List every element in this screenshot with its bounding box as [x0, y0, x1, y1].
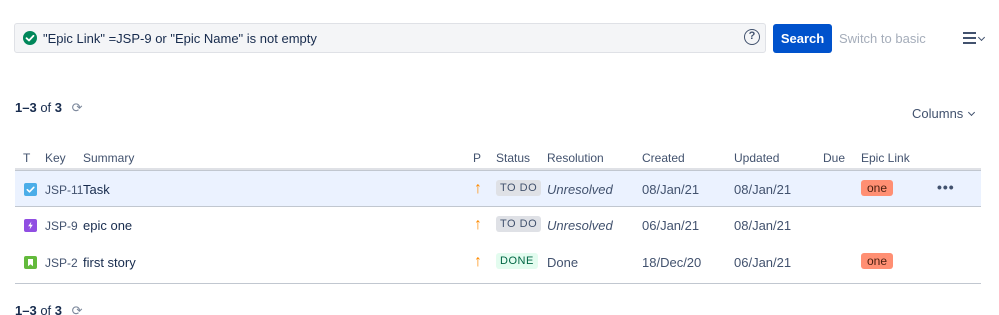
- created-date: 08/Jan/21: [642, 182, 700, 197]
- created-date: 06/Jan/21: [642, 218, 700, 233]
- results-range: 1–3: [15, 303, 37, 315]
- issues-table: T Key Summary P Status Resolution Create…: [15, 146, 981, 281]
- search-button[interactable]: Search: [773, 24, 832, 53]
- updated-date: 06/Jan/21: [734, 255, 792, 270]
- issue-key-link[interactable]: JSP-2: [45, 256, 78, 270]
- resolution-text: Done: [547, 255, 579, 270]
- table-row[interactable]: JSP-11 Task ↑ TO DO Unresolved 08/Jan/21…: [15, 170, 981, 207]
- header-updated[interactable]: Updated: [734, 151, 779, 165]
- help-icon[interactable]: ?: [744, 29, 760, 45]
- updated-date: 08/Jan/21: [734, 182, 792, 197]
- resolution-text: Unresolved: [547, 182, 613, 197]
- created-date: 18/Dec/20: [642, 255, 702, 270]
- view-options-menu-icon[interactable]: [963, 32, 986, 44]
- chevron-down-icon: [968, 108, 976, 117]
- status-badge: DONE: [496, 253, 538, 269]
- epic-icon: [24, 219, 37, 232]
- header-summary[interactable]: Summary: [83, 151, 134, 165]
- results-of: of: [40, 303, 52, 315]
- header-due[interactable]: Due: [823, 151, 845, 165]
- story-icon: [24, 256, 37, 269]
- issue-key-link[interactable]: JSP-11: [45, 183, 83, 197]
- status-badge: TO DO: [496, 180, 542, 196]
- header-priority[interactable]: P: [473, 151, 481, 165]
- refresh-icon[interactable]: ⟳: [72, 100, 83, 116]
- results-count-top: 1–3 of 3 ⟳: [15, 100, 83, 116]
- priority-high-icon: ↑: [474, 216, 482, 233]
- header-resolution[interactable]: Resolution: [547, 151, 604, 165]
- priority-high-icon: ↑: [474, 253, 482, 270]
- issue-summary-link[interactable]: Task: [83, 182, 110, 197]
- header-key[interactable]: Key: [45, 151, 66, 165]
- updated-date: 08/Jan/21: [734, 218, 792, 233]
- task-icon: [24, 183, 37, 196]
- header-created[interactable]: Created: [642, 151, 685, 165]
- table-row[interactable]: JSP-9 epic one ↑ TO DO Unresolved 06/Jan…: [15, 207, 981, 244]
- header-epic-link[interactable]: Epic Link: [861, 151, 910, 165]
- priority-high-icon: ↑: [474, 180, 482, 197]
- epic-link-badge[interactable]: one: [861, 180, 894, 196]
- status-badge: TO DO: [496, 216, 542, 232]
- issue-summary-link[interactable]: first story: [83, 255, 136, 270]
- table-row[interactable]: JSP-2 first story ↑ DONE Done 18/Dec/20 …: [15, 244, 981, 281]
- issue-key-link[interactable]: JSP-9: [45, 219, 78, 233]
- valid-query-check-icon: [23, 31, 37, 45]
- more-actions-icon[interactable]: •••: [937, 179, 955, 195]
- results-total: 3: [54, 303, 63, 315]
- table-bottom-divider: [15, 283, 981, 284]
- jql-query-text[interactable]: "Epic Link" =JSP-9 or "Epic Name" is not…: [43, 31, 317, 46]
- results-count-bottom: 1–3 of 3 ⟳: [15, 303, 83, 315]
- header-type[interactable]: T: [23, 151, 30, 165]
- issue-summary-link[interactable]: epic one: [83, 218, 132, 233]
- results-of: of: [40, 100, 52, 115]
- table-header: T Key Summary P Status Resolution Create…: [15, 146, 981, 170]
- header-status[interactable]: Status: [496, 151, 530, 165]
- switch-to-basic-link[interactable]: Switch to basic: [839, 31, 926, 46]
- jql-query-input[interactable]: "Epic Link" =JSP-9 or "Epic Name" is not…: [14, 23, 766, 53]
- resolution-text: Unresolved: [547, 218, 613, 233]
- epic-link-badge[interactable]: one: [861, 253, 894, 269]
- results-total: 3: [54, 100, 63, 115]
- results-range: 1–3: [15, 100, 37, 115]
- columns-button[interactable]: Columns: [912, 106, 976, 121]
- refresh-icon[interactable]: ⟳: [72, 303, 83, 315]
- columns-label: Columns: [912, 106, 964, 121]
